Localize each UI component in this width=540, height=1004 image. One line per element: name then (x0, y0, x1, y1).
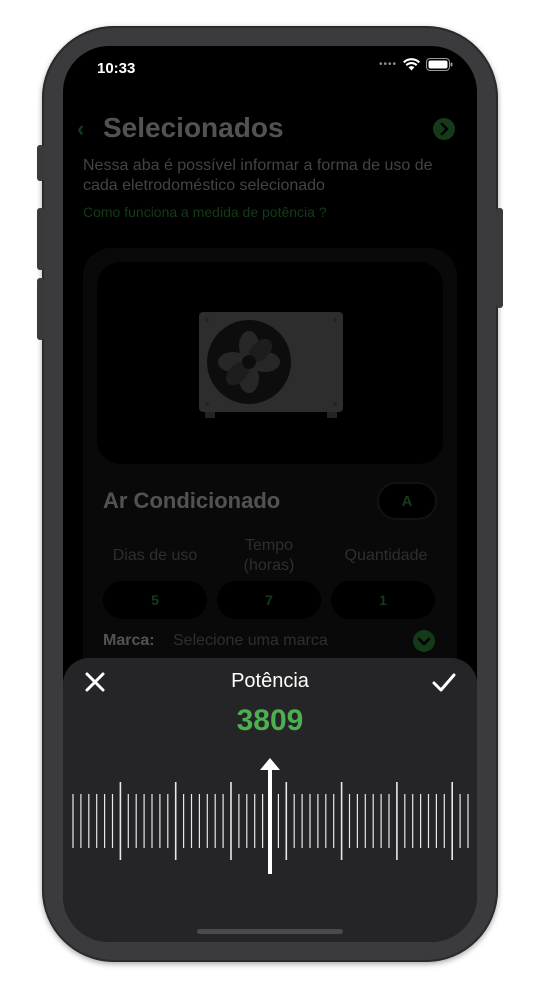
screw-dot (205, 402, 209, 406)
brand-label: Marca: (103, 632, 155, 649)
screw-dot (205, 318, 209, 322)
quantity-label: Quantidade (344, 547, 428, 564)
next-icon[interactable] (433, 118, 455, 140)
silent-switch (37, 145, 44, 181)
notch (166, 46, 374, 76)
quantity-field[interactable]: 1 (331, 581, 435, 619)
unit-foot (327, 412, 337, 418)
wifi-icon (403, 58, 420, 71)
volume-down-button (37, 278, 44, 340)
picker-title: Potência (231, 670, 309, 692)
status-time: 10:33 (97, 60, 136, 77)
usage-days-label: Dias de uso (112, 547, 198, 564)
chevron-down-icon[interactable] (413, 630, 435, 652)
volume-up-button (37, 208, 44, 270)
usage-hours-field[interactable]: 7 (217, 581, 321, 619)
fan-icon (207, 320, 291, 404)
confirm-button[interactable] (431, 670, 457, 694)
battery-icon (426, 58, 453, 71)
back-icon[interactable]: ‹ (77, 116, 84, 142)
page-title: Selecionados (103, 112, 284, 143)
pointer-arrow-icon (258, 756, 282, 876)
status-indicators: •••• (379, 58, 453, 71)
brand-select[interactable]: Selecione uma marca (173, 632, 328, 650)
unit-foot (205, 412, 215, 418)
help-link[interactable]: Como funciona a medida de potência ? (83, 204, 327, 220)
usage-time-label: Tempo (horas) (243, 537, 295, 574)
screen: 10:33 •••• ‹ Selecionados Nessa aba é po… (63, 46, 477, 942)
appliance-card: Ar Condicionado A Dias de uso Tempo (hor… (83, 248, 457, 688)
page-description: Nessa aba é possível informar a forma de… (83, 157, 433, 194)
appliance-image (97, 262, 443, 464)
signal-icon: •••• (378, 59, 397, 70)
appliance-name: Ar Condicionado (103, 488, 281, 513)
power-picker-sheet: Potência 3809 (63, 658, 477, 942)
energy-class-badge[interactable]: A (377, 482, 437, 520)
usage-days-field[interactable]: 5 (103, 581, 207, 619)
power-button (496, 208, 503, 308)
power-value: 3809 (236, 704, 304, 737)
screw-dot (333, 318, 337, 322)
screw-dot (333, 402, 337, 406)
air-conditioner-icon (199, 312, 343, 418)
home-indicator (197, 929, 343, 934)
